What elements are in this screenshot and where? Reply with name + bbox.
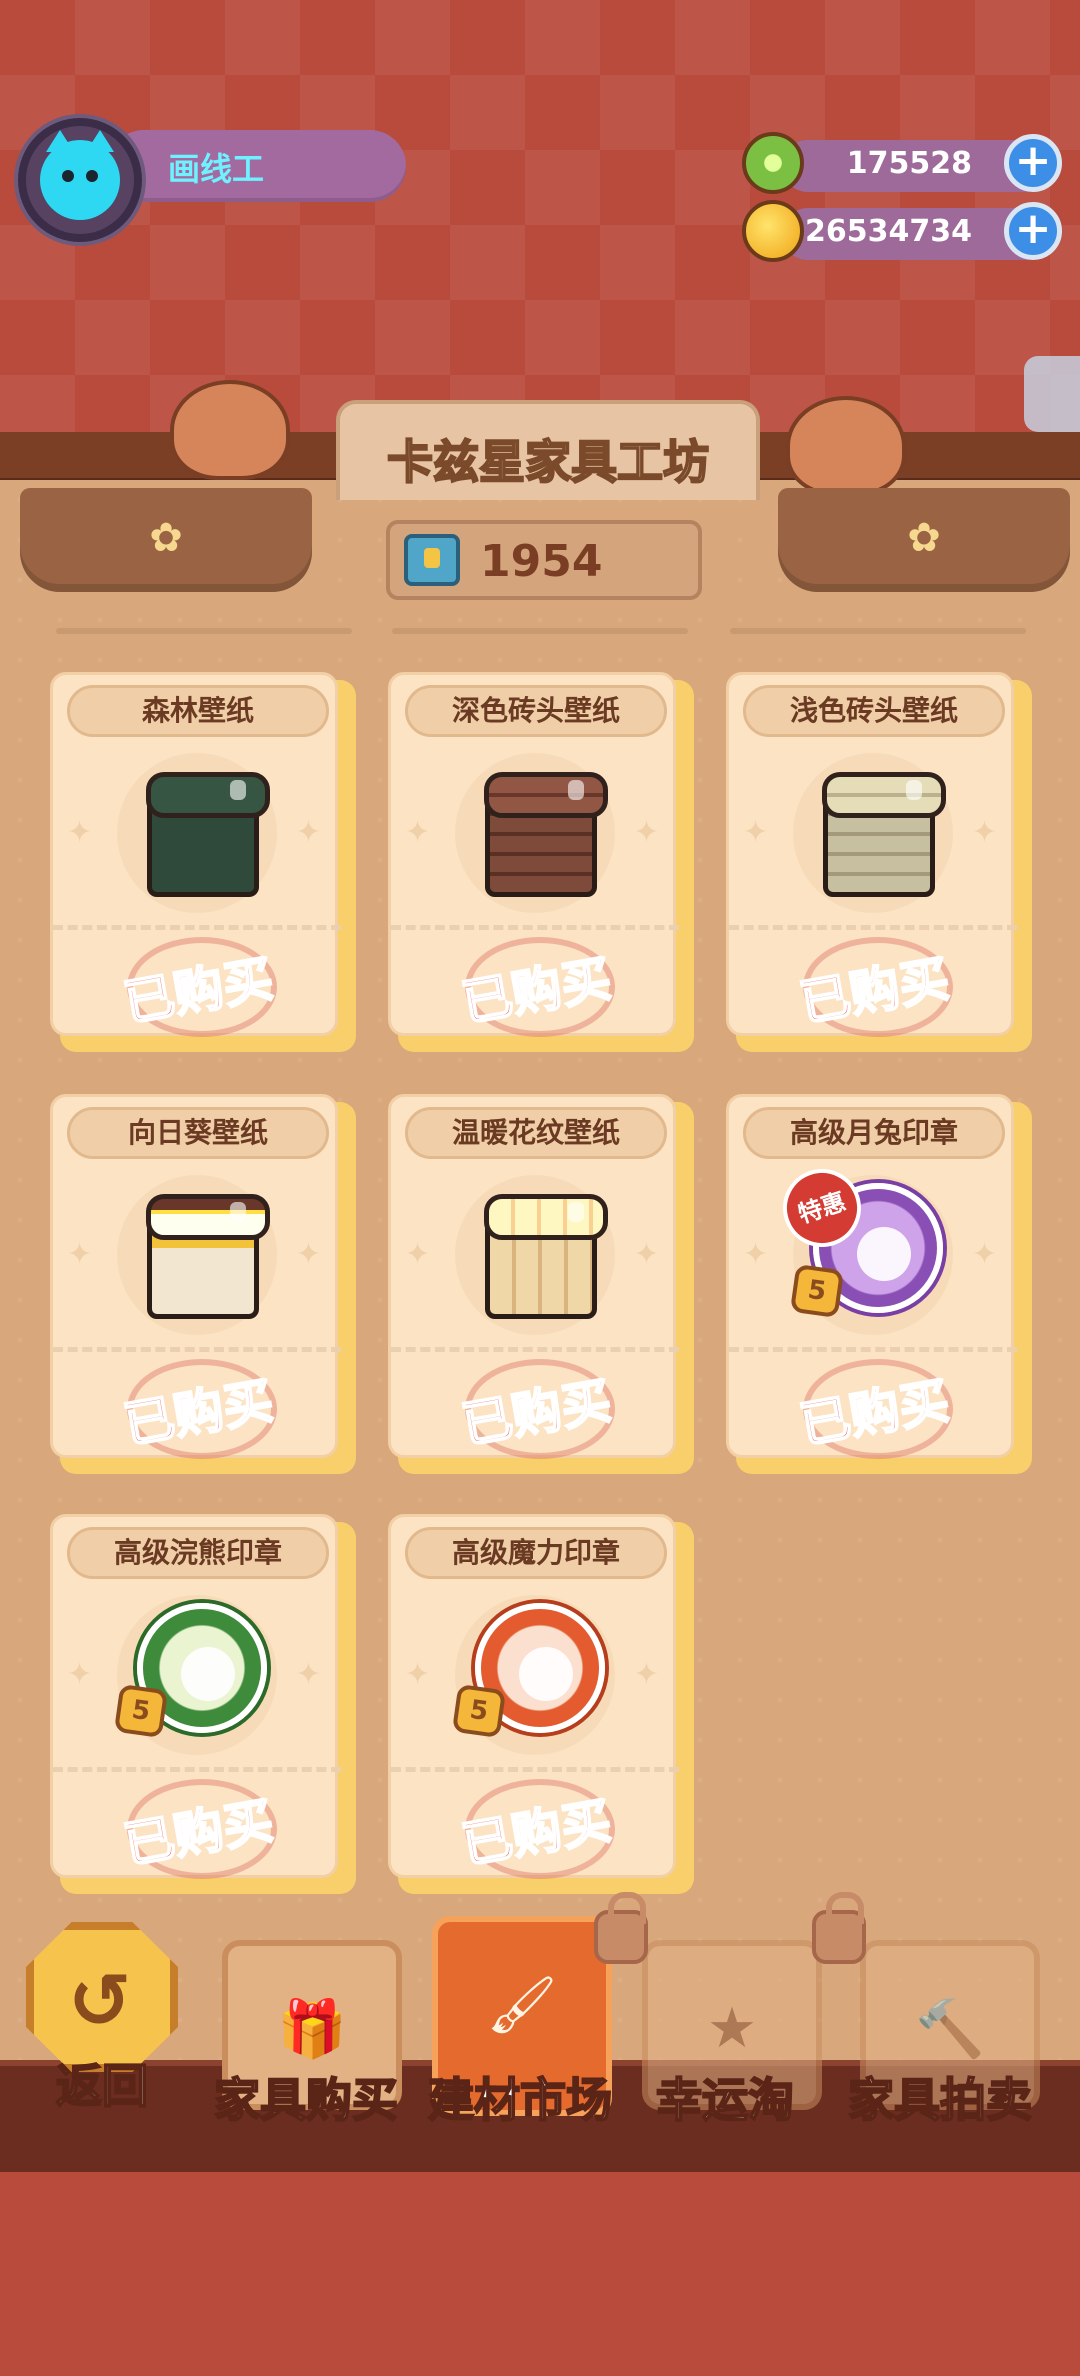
player-profile[interactable]: 画线工 bbox=[18, 118, 406, 248]
add-green-currency-button[interactable]: + bbox=[1004, 134, 1062, 192]
item-card-moon-rabbit-stamp[interactable]: 高级月兔印章 ✦ ✦ 特惠 5 已购买 bbox=[726, 1094, 1032, 1474]
side-tool-button[interactable] bbox=[1024, 356, 1080, 432]
item-name: 深色砖头壁纸 bbox=[405, 685, 667, 737]
flower-icon: ✿ bbox=[907, 515, 941, 561]
divider bbox=[56, 628, 352, 634]
tab-label: 建材市场 bbox=[427, 2072, 613, 2128]
sunflower-wallpaper-icon bbox=[147, 1195, 259, 1319]
item-name: 高级浣熊印章 bbox=[67, 1527, 329, 1579]
dark-brick-wallpaper-icon bbox=[485, 773, 597, 897]
shop-title: 卡兹星家具工坊 bbox=[386, 434, 710, 490]
level-badge: 5 bbox=[451, 1683, 507, 1739]
ticket-count: 1954 bbox=[480, 536, 603, 587]
player-name: 画线工 bbox=[168, 150, 265, 188]
item-card-light-brick-wallpaper[interactable]: 浅色砖头壁纸 ✦ ✦ 已购买 bbox=[726, 672, 1032, 1052]
light-brick-wallpaper-icon bbox=[823, 773, 935, 897]
item-name: 森林壁纸 bbox=[67, 685, 329, 737]
item-name: 向日葵壁纸 bbox=[67, 1107, 329, 1159]
ticket-counter: 1954 bbox=[386, 520, 702, 600]
gift-icon: 🎁 bbox=[277, 1997, 347, 2062]
star-icon: ★ bbox=[706, 1996, 758, 2061]
add-gold-currency-button[interactable]: + bbox=[1004, 202, 1062, 260]
shop-title-tab: 卡兹星家具工坊 bbox=[336, 400, 760, 500]
item-name: 温暖花纹壁纸 bbox=[405, 1107, 667, 1159]
level-badge: 5 bbox=[789, 1263, 845, 1319]
item-card-raccoon-stamp[interactable]: 高级浣熊印章 ✦ ✦ 5 已购买 bbox=[50, 1514, 356, 1894]
tab-label: 家具购买 bbox=[213, 2072, 399, 2128]
item-name: 高级魔力印章 bbox=[405, 1527, 667, 1579]
green-currency-amount: 175528 bbox=[846, 146, 972, 181]
item-name: 浅色砖头壁纸 bbox=[743, 685, 1005, 737]
item-name: 高级月兔印章 bbox=[743, 1107, 1005, 1159]
floor-background bbox=[0, 2172, 1080, 2376]
cat-avatar-icon bbox=[40, 130, 120, 220]
right-pocket-decoration: ✿ bbox=[778, 488, 1070, 592]
gavel-icon: 🔨 bbox=[915, 1997, 985, 2062]
item-card-forest-wallpaper[interactable]: 森林壁纸 ✦ ✦ 已购买 bbox=[50, 672, 356, 1052]
warm-pattern-wallpaper-icon bbox=[485, 1195, 597, 1319]
lock-icon bbox=[594, 1892, 648, 1964]
item-card-magic-stamp[interactable]: 高级魔力印章 ✦ ✦ 5 已购买 bbox=[388, 1514, 694, 1894]
divider bbox=[730, 628, 1026, 634]
player-name-bar: 画线工 bbox=[108, 130, 406, 202]
mascot-builder-icon bbox=[786, 396, 906, 496]
lock-icon bbox=[812, 1892, 866, 1964]
gold-currency-amount: 26534734 bbox=[805, 214, 972, 249]
gold-currency-counter: 26534734 + bbox=[742, 200, 1062, 262]
left-pocket-decoration: ✿ bbox=[20, 488, 312, 592]
item-card-sunflower-wallpaper[interactable]: 向日葵壁纸 ✦ ✦ 已购买 bbox=[50, 1094, 356, 1474]
ticket-chest-icon bbox=[404, 534, 460, 586]
flower-icon: ✿ bbox=[149, 515, 183, 561]
tab-label: 家具拍卖 bbox=[847, 2072, 1033, 2128]
level-badge: 5 bbox=[113, 1683, 169, 1739]
divider bbox=[392, 628, 688, 634]
item-card-warm-pattern-wallpaper[interactable]: 温暖花纹壁纸 ✦ ✦ 已购买 bbox=[388, 1094, 694, 1474]
forest-wallpaper-icon bbox=[147, 773, 259, 897]
back-arrow-icon: ↺ bbox=[68, 1956, 132, 2045]
back-label: 返回 bbox=[55, 2058, 149, 2114]
avatar[interactable] bbox=[18, 118, 142, 242]
tab-label: 幸运淘 bbox=[655, 2072, 795, 2128]
mascot-painter-icon bbox=[170, 380, 290, 480]
green-currency-counter: 175528 + bbox=[742, 132, 1062, 194]
paint-brush-icon: 🖌 bbox=[486, 1973, 558, 2038]
item-card-dark-brick-wallpaper[interactable]: 深色砖头壁纸 ✦ ✦ 已购买 bbox=[388, 672, 694, 1052]
